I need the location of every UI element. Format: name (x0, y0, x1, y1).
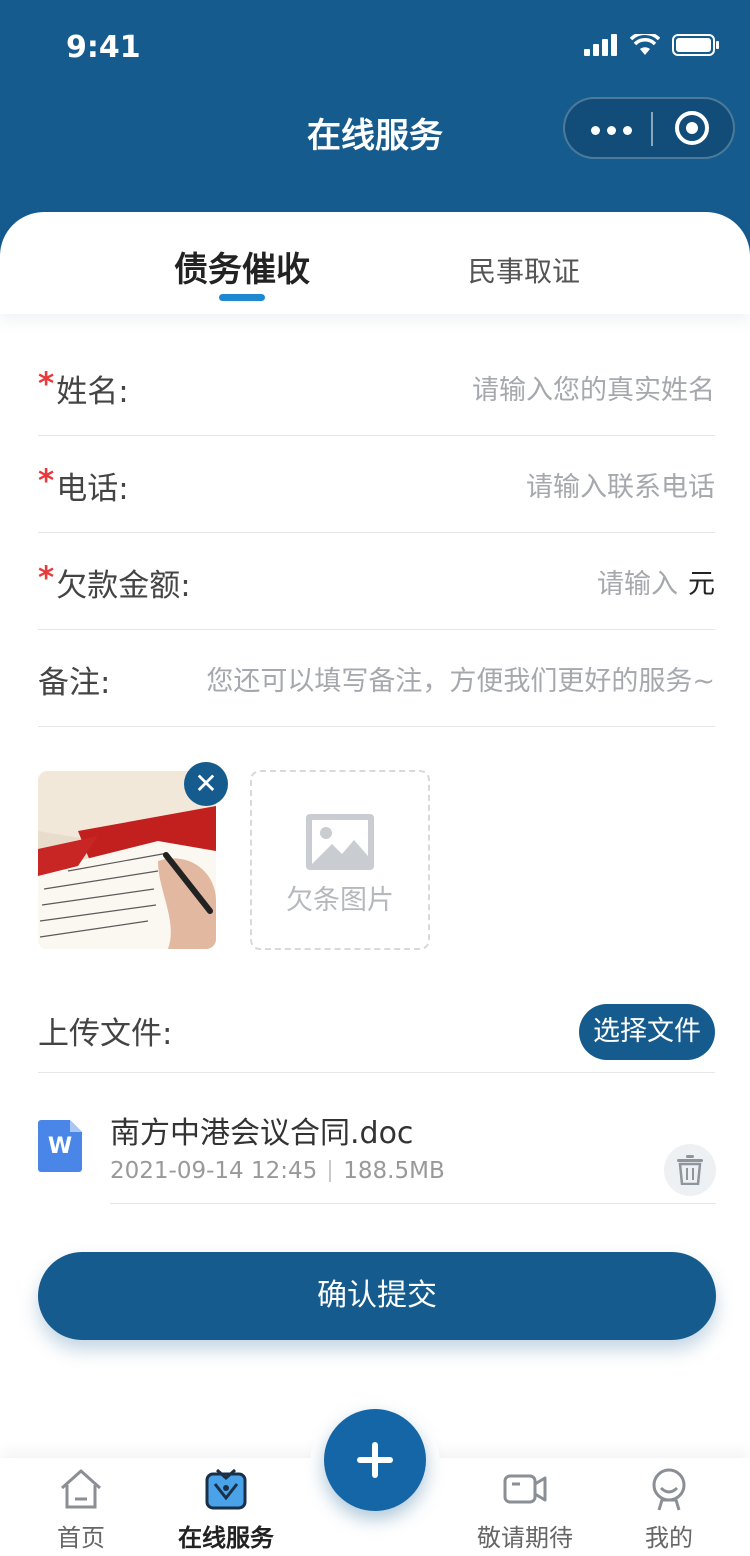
mini-program-capsule (563, 97, 735, 159)
meta-divider (329, 1160, 332, 1182)
add-image-label: 欠条图片 (286, 885, 394, 916)
active-tab-indicator (219, 294, 265, 301)
remark-input[interactable]: 您还可以填写备注，方便我们更好的服务~ (206, 659, 715, 698)
plus-icon-vertical (372, 1442, 378, 1478)
video-icon (503, 1474, 547, 1504)
file-divider (110, 1203, 716, 1204)
delete-file-button[interactable] (664, 1144, 716, 1196)
name-input[interactable]: 请输入您的真实姓名 (472, 368, 715, 407)
phone-label: 电话: (56, 471, 129, 507)
required-mark: * (38, 463, 55, 499)
phone-input[interactable]: 请输入联系电话 (526, 465, 715, 504)
tab-civil-evidence[interactable]: 民事取证 (468, 250, 580, 290)
tabbar-item-coming-soon[interactable]: 敬请期待 (465, 1466, 585, 1553)
tabbar-item-mine[interactable]: 我的 (609, 1466, 729, 1553)
phone-row[interactable]: * 电话: 请输入联系电话 (38, 435, 715, 533)
file-name: 南方中港会议合同.doc (110, 1116, 414, 1151)
close-miniprogram-icon[interactable] (675, 111, 709, 145)
amount-row[interactable]: * 欠款金额: 请输入元 (38, 532, 715, 630)
currency-unit: 元 (688, 569, 715, 600)
tab-debt-collection[interactable]: 债务催收 (174, 242, 310, 291)
add-iou-image-slot[interactable]: 欠条图片 (250, 770, 430, 950)
tab-bar-top: 债务催收 民事取证 (0, 212, 750, 314)
signal-icon (584, 34, 617, 56)
remark-row[interactable]: 备注: 您还可以填写备注，方便我们更好的服务~ (38, 629, 715, 727)
status-time: 9:41 (66, 30, 141, 65)
user-icon (652, 1468, 686, 1511)
wifi-icon (630, 34, 660, 55)
trash-icon (677, 1155, 703, 1185)
required-mark: * (38, 560, 55, 596)
choose-file-button[interactable]: 选择文件 (579, 1004, 715, 1060)
image-placeholder-icon (306, 814, 374, 870)
status-icons (584, 34, 720, 56)
amount-label: 欠款金额: (56, 568, 191, 604)
remark-label: 备注: (38, 665, 111, 701)
name-label: 姓名: (56, 374, 129, 410)
tabbar-label-home: 首页 (57, 1524, 105, 1552)
tabbar-item-service[interactable]: 在线服务 (166, 1466, 286, 1553)
tabbar-label-coming-soon: 敬请期待 (477, 1524, 573, 1552)
tabbar-label-service: 在线服务 (178, 1524, 274, 1552)
submit-button[interactable]: 确认提交 (38, 1252, 716, 1340)
remove-image-button[interactable]: ✕ (184, 762, 228, 806)
capsule-divider (651, 112, 653, 146)
file-list-item: W 南方中港会议合同.doc 2021-09-14 12:45 188.5MB (38, 1110, 716, 1204)
service-icon (205, 1468, 247, 1510)
word-doc-letter: W (47, 1134, 73, 1159)
upload-file-label: 上传文件: (38, 1016, 173, 1052)
amount-input[interactable]: 请输入 (597, 569, 678, 600)
battery-icon (672, 34, 719, 56)
home-icon (60, 1469, 102, 1509)
tabbar-item-home[interactable]: 首页 (21, 1466, 141, 1553)
file-date: 2021-09-14 12:45 (110, 1158, 318, 1184)
file-size: 188.5MB (343, 1158, 445, 1184)
upload-file-row: 上传文件: 选择文件 (38, 1000, 715, 1073)
name-row[interactable]: * 姓名: 请输入您的真实姓名 (38, 338, 715, 436)
add-center-button[interactable] (324, 1409, 426, 1511)
more-icon[interactable] (591, 126, 632, 135)
tabbar-label-mine: 我的 (645, 1524, 693, 1552)
required-mark: * (38, 366, 55, 402)
